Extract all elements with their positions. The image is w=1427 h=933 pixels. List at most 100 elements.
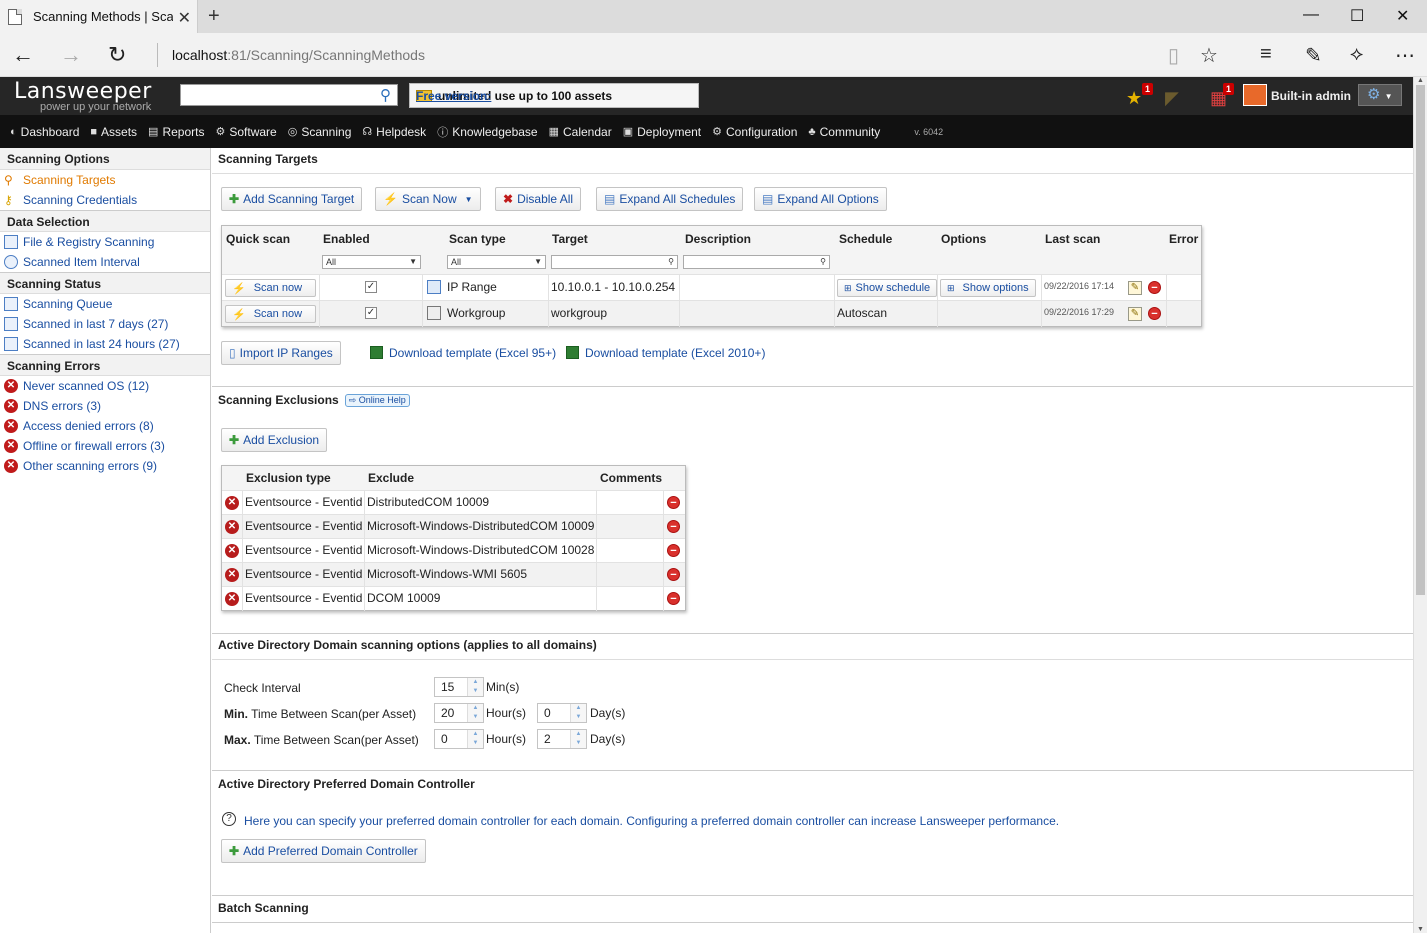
free-version-banner[interactable]: Free version: unlimited use up to 100 as… bbox=[409, 83, 699, 108]
col-quick-scan[interactable]: Quick scan bbox=[222, 226, 294, 252]
online-help-button[interactable]: ⇨ Online Help bbox=[344, 394, 410, 407]
menu-item-scanning[interactable]: ◎ Scanning bbox=[288, 125, 352, 139]
star-icon[interactable]: ★ bbox=[1126, 88, 1142, 109]
spinner-arrows-icon[interactable]: ▲ ▼ bbox=[570, 704, 586, 722]
minimize-icon[interactable]: — bbox=[1303, 6, 1319, 24]
download-template-excel2010-link[interactable]: Download template (Excel 2010+) bbox=[566, 346, 765, 360]
col-enabled[interactable]: Enabled bbox=[319, 226, 374, 252]
col-scan-type[interactable]: Scan type bbox=[445, 226, 510, 252]
menu-item-knowledgebase[interactable]: ⓘ Knowledgebase bbox=[437, 124, 537, 140]
settings-gear-button[interactable]: ⚙ ▼ bbox=[1358, 84, 1402, 106]
more-icon[interactable]: ⋯ bbox=[1395, 43, 1415, 68]
sidebar-item[interactable]: ✕ DNS errors (3) bbox=[0, 396, 210, 416]
col-exclusion-type[interactable]: Exclusion type bbox=[242, 466, 335, 492]
quick-scan-now-button[interactable]: ⚡ Scan now bbox=[225, 305, 316, 323]
new-tab-icon[interactable]: + bbox=[208, 5, 220, 28]
add-exclusion-button[interactable]: ✚ Add Exclusion bbox=[221, 428, 328, 452]
maximize-icon[interactable]: ☐ bbox=[1350, 6, 1364, 26]
back-icon[interactable]: ← bbox=[12, 42, 34, 68]
col-options[interactable]: Options bbox=[937, 226, 990, 252]
sidebar-item[interactable]: ✕ Offline or firewall errors (3) bbox=[0, 436, 210, 456]
show-options-button[interactable]: ⊞ Show options bbox=[940, 279, 1036, 297]
enabled-checkbox[interactable]: ✓ bbox=[365, 281, 377, 293]
description-filter[interactable]: ⚲ bbox=[683, 255, 830, 269]
expand-all-schedules-button[interactable]: ▤ Expand All Schedules bbox=[596, 187, 744, 211]
admin-name[interactable]: Built-in admin bbox=[1271, 89, 1351, 103]
sidebar-item[interactable]: Scanning Queue bbox=[0, 294, 210, 314]
forward-icon[interactable]: → bbox=[60, 42, 82, 68]
max-hours-stepper[interactable]: 0 ▲ ▼ bbox=[434, 729, 484, 749]
web-note-icon[interactable]: ✎ bbox=[1305, 43, 1322, 68]
delete-icon[interactable]: − bbox=[667, 592, 680, 605]
sidebar-item[interactable]: Scanned in last 7 days (27) bbox=[0, 314, 210, 334]
delete-icon[interactable]: − bbox=[667, 496, 680, 509]
scroll-thumb[interactable] bbox=[1416, 85, 1425, 595]
scroll-up-icon[interactable]: ▲ bbox=[1417, 77, 1424, 84]
delete-icon[interactable]: − bbox=[1148, 307, 1161, 320]
enabled-checkbox[interactable]: ✓ bbox=[365, 307, 377, 319]
sidebar-item[interactable]: File & Registry Scanning bbox=[0, 232, 210, 252]
download-template-excel95-link[interactable]: Download template (Excel 95+) bbox=[370, 346, 556, 360]
target-filter[interactable]: ⚲ bbox=[551, 255, 678, 269]
page-scrollbar[interactable]: ▲ ▼ bbox=[1413, 77, 1427, 933]
min-hours-stepper[interactable]: 20 ▲ ▼ bbox=[434, 703, 484, 723]
announcement-icon[interactable]: ◤ bbox=[1165, 88, 1179, 109]
add-preferred-dc-button[interactable]: ✚ Add Preferred Domain Controller bbox=[221, 839, 426, 863]
menu-item-calendar[interactable]: ▦ Calendar bbox=[549, 125, 612, 139]
scan-now-button[interactable]: ⚡ Scan Now ▼ bbox=[375, 187, 481, 211]
sidebar-item[interactable]: ⚷ Scanning Credentials bbox=[0, 190, 210, 210]
delete-icon[interactable]: − bbox=[667, 568, 680, 581]
edit-icon[interactable]: ✎ bbox=[1128, 281, 1142, 295]
max-days-stepper[interactable]: 2 ▲ ▼ bbox=[537, 729, 587, 749]
delete-icon[interactable]: − bbox=[667, 544, 680, 557]
url-field[interactable]: localhost:81/Scanning/ScanningMethods bbox=[172, 47, 425, 63]
scan-type-filter[interactable]: All ▼ bbox=[447, 255, 546, 269]
browser-tab[interactable]: Scanning Methods | Sca ✕ bbox=[0, 0, 198, 33]
disable-all-button[interactable]: ✖ Disable All bbox=[495, 187, 582, 211]
show-schedule-button[interactable]: ⊞ Show schedule bbox=[837, 279, 938, 297]
col-description[interactable]: Description bbox=[681, 226, 755, 252]
sidebar-item[interactable]: ⚲ Scanning Targets bbox=[0, 170, 210, 190]
col-target[interactable]: Target bbox=[548, 226, 592, 252]
sidebar-item[interactable]: ✕ Other scanning errors (9) bbox=[0, 456, 210, 476]
delete-icon[interactable]: − bbox=[1148, 281, 1161, 294]
sidebar-item[interactable]: ✕ Never scanned OS (12) bbox=[0, 376, 210, 396]
reading-view-icon[interactable]: ▯ bbox=[1168, 43, 1179, 68]
min-days-stepper[interactable]: 0 ▲ ▼ bbox=[537, 703, 587, 723]
share-icon[interactable]: ⟡ bbox=[1350, 43, 1363, 66]
add-scanning-target-button[interactable]: ✚ Add Scanning Target bbox=[221, 187, 363, 211]
spinner-arrows-icon[interactable]: ▲ ▼ bbox=[467, 704, 483, 722]
menu-item-community[interactable]: ♣ Community bbox=[808, 125, 880, 139]
search-input[interactable]: ⚲ bbox=[180, 84, 398, 106]
spinner-arrows-icon[interactable]: ▲ ▼ bbox=[467, 730, 483, 748]
close-window-icon[interactable]: ✕ bbox=[1396, 6, 1409, 26]
col-schedule[interactable]: Schedule bbox=[835, 226, 896, 252]
expand-all-options-button[interactable]: ▤ Expand All Options bbox=[754, 187, 887, 211]
import-ip-ranges-button[interactable]: ▯ Import IP Ranges bbox=[221, 341, 341, 365]
sidebar-item[interactable]: Scanned in last 24 hours (27) bbox=[0, 334, 210, 354]
sidebar-item[interactable]: Scanned Item Interval bbox=[0, 252, 210, 272]
col-comments[interactable]: Comments bbox=[596, 466, 666, 492]
spinner-arrows-icon[interactable]: ▲ ▼ bbox=[467, 678, 483, 696]
delete-icon[interactable]: − bbox=[667, 520, 680, 533]
menu-item-reports[interactable]: ▤ Reports bbox=[148, 125, 204, 139]
favorite-star-icon[interactable]: ☆ bbox=[1200, 43, 1218, 68]
avatar[interactable] bbox=[1243, 84, 1267, 106]
search-icon[interactable]: ⚲ bbox=[380, 86, 391, 104]
menu-item-software[interactable]: ⚙ Software bbox=[215, 125, 276, 139]
hub-icon[interactable]: ≡ bbox=[1260, 43, 1272, 66]
col-error[interactable]: Error bbox=[1165, 226, 1202, 252]
edit-icon[interactable]: ✎ bbox=[1128, 307, 1142, 321]
menu-item-assets[interactable]: ■ Assets bbox=[90, 125, 137, 139]
menu-item-dashboard[interactable]: ◐ Dashboard bbox=[10, 125, 79, 139]
check-interval-stepper[interactable]: 15 ▲ ▼ bbox=[434, 677, 484, 697]
close-tab-icon[interactable]: ✕ bbox=[178, 8, 191, 28]
sidebar-item[interactable]: ✕ Access denied errors (8) bbox=[0, 416, 210, 436]
quick-scan-now-button[interactable]: ⚡ Scan now bbox=[225, 279, 316, 297]
enabled-filter[interactable]: All ▼ bbox=[322, 255, 421, 269]
scroll-down-icon[interactable]: ▼ bbox=[1417, 926, 1424, 933]
col-last-scan[interactable]: Last scan bbox=[1041, 226, 1104, 252]
menu-item-helpdesk[interactable]: ☊ Helpdesk bbox=[362, 125, 426, 139]
refresh-icon[interactable]: ↻ bbox=[108, 42, 126, 68]
spinner-arrows-icon[interactable]: ▲ ▼ bbox=[570, 730, 586, 748]
